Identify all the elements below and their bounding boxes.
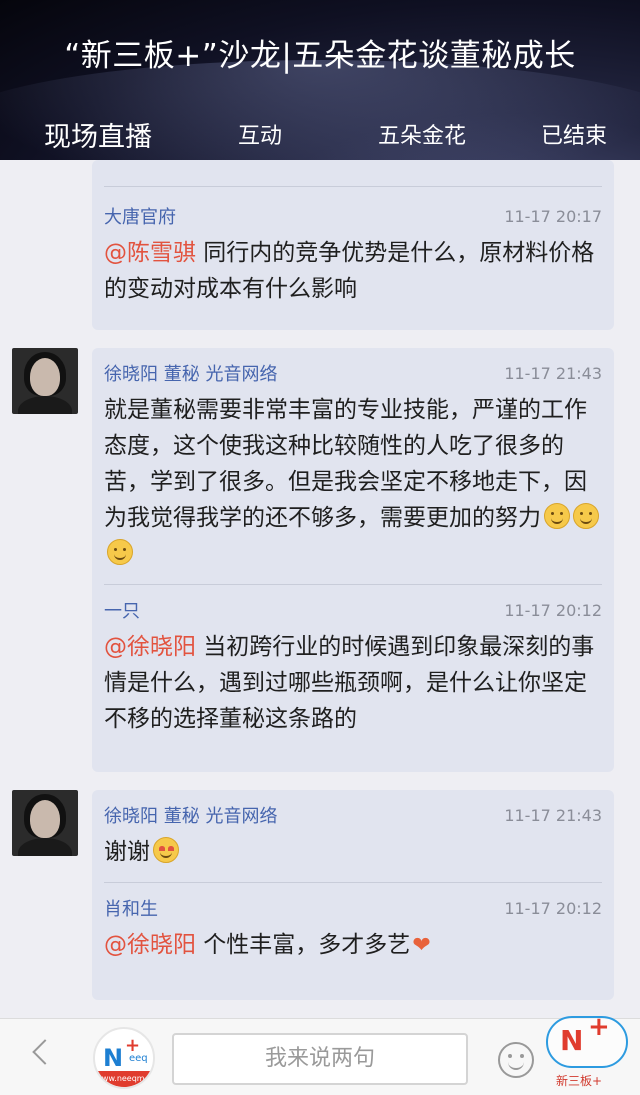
message-time: 11-17 21:43 [504,363,602,383]
mention[interactable]: @徐晓阳 [104,634,196,660]
smile-emoji-icon [107,539,133,565]
message-text: 谢谢 [92,830,614,878]
message-card: 徐晓阳 董秘 光音网络 11-17 21:43 谢谢 肖和生 11-17 20:… [92,790,614,1000]
neeq-logo-button[interactable]: N + eeq www.neeqm.cn [93,1027,155,1089]
tab-interaction[interactable]: 互动 [238,118,282,150]
quote-author[interactable]: 一只 [104,597,140,623]
divider [104,584,602,585]
chat-feed[interactable]: 大唐官府 11-17 20:17 @陈雪骐 同行内的竞争优势是什么，原材料价格的… [0,160,640,1018]
quote-author[interactable]: 肖和生 [104,895,158,921]
quote-meta: 肖和生 11-17 20:12 [92,893,614,923]
message-card: 徐晓阳 董秘 光音网络 11-17 21:43 就是董秘需要非常丰富的专业技能，… [92,348,614,772]
message-card: 大唐官府 11-17 20:17 @陈雪骐 同行内的竞争优势是什么，原材料价格的… [92,160,614,330]
message-meta: 徐晓阳 董秘 光音网络 11-17 21:43 [92,800,614,830]
message-text: 就是董秘需要非常丰富的专业技能，严谨的工作态度，这个使我这种比较随性的人吃了很多… [92,388,614,580]
quote-meta: 一只 11-17 20:12 [92,595,614,625]
cloud-icon [546,1016,628,1068]
header-banner: “新三板+”沙龙|五朵金花谈董秘成长 现场直播 互动 五朵金花 已结束 [0,0,640,160]
message-time: 11-17 21:43 [504,805,602,825]
watermark-logo: N + 新三板+ [546,1010,630,1090]
tab-live[interactable]: 现场直播 [44,115,152,154]
tab-bar: 现场直播 互动 五朵金花 已结束 [0,110,640,160]
message-meta: 徐晓阳 董秘 光音网络 11-17 21:43 [92,358,614,388]
quote-time: 11-17 20:17 [504,206,602,226]
heart-icon: ❤ [412,933,431,958]
divider [104,186,602,187]
message-author[interactable]: 徐晓阳 董秘 光音网络 [104,802,277,828]
back-icon[interactable] [32,1039,58,1065]
page-title: “新三板+”沙龙|五朵金花谈董秘成长 [64,38,576,74]
quote-text: @陈雪骐 同行内的竞争优势是什么，原材料价格的变动对成本有什么影响 [104,240,595,302]
watermark-label: 新三板+ [556,1074,603,1088]
tab-five-golden-flowers[interactable]: 五朵金花 [378,118,466,150]
quote-time: 11-17 20:12 [504,898,602,918]
avatar[interactable] [12,348,78,414]
avatar[interactable] [12,790,78,856]
quote-meta: 大唐官府 11-17 20:17 [92,201,614,231]
tab-ended[interactable]: 已结束 [541,118,607,150]
quote-text: @徐晓阳 个性丰富，多才多艺❤ [92,923,614,972]
bottom-toolbar: N + eeq www.neeqm.cn 我来说两句 [0,1018,640,1095]
mention[interactable]: @徐晓阳 [104,932,196,958]
smile-emoji-icon [573,503,599,529]
message-author[interactable]: 徐晓阳 董秘 光音网络 [104,360,277,386]
quote-time: 11-17 20:12 [504,600,602,620]
comment-input[interactable]: 我来说两句 [172,1033,468,1085]
emoji-picker-icon[interactable] [498,1042,534,1078]
divider [104,882,602,883]
mention[interactable]: @陈雪骐 [104,240,196,266]
quote-author[interactable]: 大唐官府 [104,203,176,229]
smile-emoji-icon [544,503,570,529]
quote-text: @徐晓阳 当初跨行业的时候遇到印象最深刻的事情是什么，遇到过哪些瓶颈啊，是什么让… [104,634,595,732]
heart-eyes-emoji-icon [153,837,179,863]
